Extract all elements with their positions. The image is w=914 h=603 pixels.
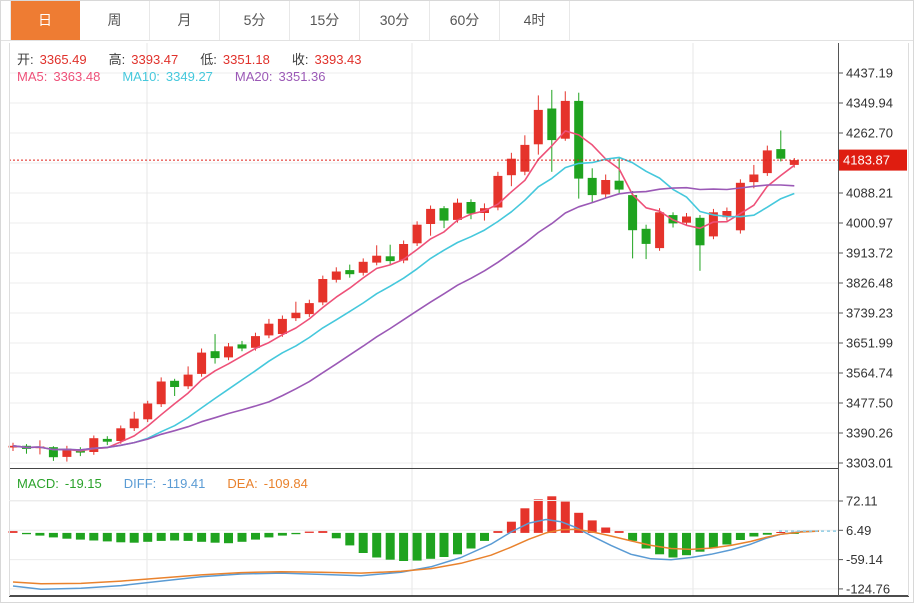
- price-axis-label: 3739.23: [846, 306, 893, 321]
- price-axis-label: 3390.26: [846, 426, 893, 441]
- tab-5min[interactable]: 5分: [220, 1, 290, 40]
- price-axis-label: 3303.01: [846, 456, 893, 471]
- tab-30min[interactable]: 30分: [360, 1, 430, 40]
- kline-chart-widget: 日周月5分15分30分60分4时 开:3365.49高:3393.47低:335…: [0, 0, 914, 603]
- tab-60min[interactable]: 60分: [430, 1, 500, 40]
- price-chart-canvas[interactable]: 4437.19 4349.94 4262.70 4088.21 4000.97 3913.…: [1, 1, 914, 603]
- current-price-label: 4183.87: [843, 153, 890, 168]
- price-axis-label: 4262.70: [846, 126, 893, 141]
- tab-week[interactable]: 周: [80, 1, 150, 40]
- price-axis-label: 3651.99: [846, 336, 893, 351]
- tab-4hour[interactable]: 4时: [500, 1, 570, 40]
- tab-15min[interactable]: 15分: [290, 1, 360, 40]
- macd-axis-label: 72.11: [846, 494, 878, 509]
- interval-tabs: 日周月5分15分30分60分4时: [1, 1, 913, 41]
- macd-axis-label: 6.49: [846, 523, 871, 538]
- gridlines: [9, 43, 838, 596]
- candlesticks: [9, 90, 799, 462]
- price-axis-label: 4437.19: [846, 66, 893, 81]
- tab-day[interactable]: 日: [10, 1, 80, 40]
- axes: 4437.19 4349.94 4262.70 4088.21 4000.97 3913.…: [9, 43, 909, 596]
- price-axis-label: 3826.48: [846, 276, 893, 291]
- tab-month[interactable]: 月: [150, 1, 220, 40]
- price-axis-label: 3564.74: [846, 366, 893, 381]
- price-axis-label: 3913.72: [846, 246, 893, 261]
- macd-pane: [9, 496, 838, 589]
- price-axis-label: 4000.97: [846, 216, 893, 231]
- macd-axis-label: -124.76: [846, 581, 890, 596]
- macd-axis-label: -59.14: [846, 552, 883, 567]
- price-axis-label: 3477.50: [846, 396, 893, 411]
- price-axis-label: 4349.94: [846, 96, 893, 111]
- price-axis-label: 4088.21: [846, 186, 893, 201]
